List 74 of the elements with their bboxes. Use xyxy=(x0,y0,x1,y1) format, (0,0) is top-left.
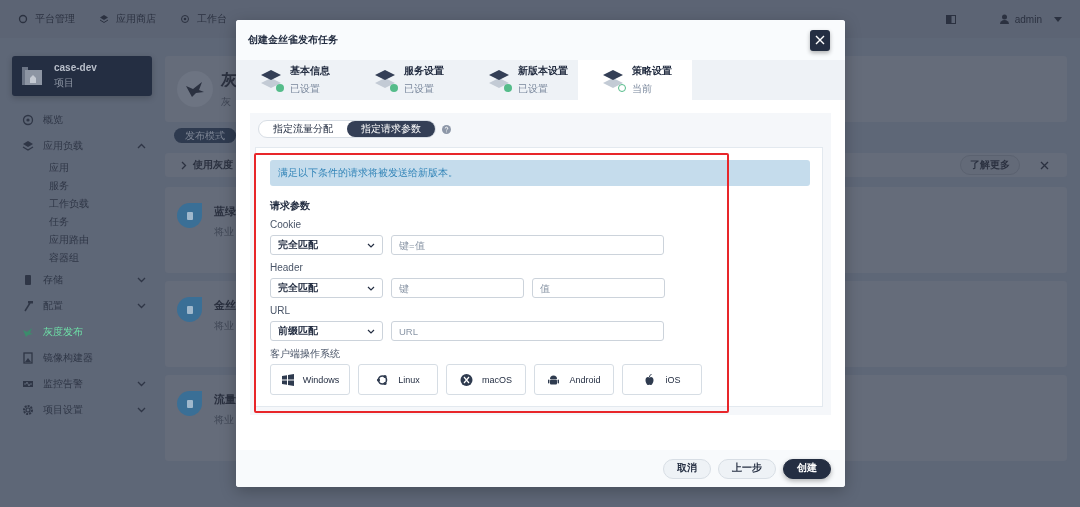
match-select[interactable]: 完全匹配 xyxy=(270,278,383,298)
step-title: 策略设置 xyxy=(632,64,672,78)
mode-tab[interactable]: 发布模式 xyxy=(174,128,236,143)
step-icon xyxy=(260,68,282,92)
close-icon[interactable] xyxy=(1040,160,1049,170)
dialog-button[interactable]: 上一步 xyxy=(718,458,776,479)
dialog-button[interactable]: 取消 xyxy=(663,458,711,479)
bird-icon xyxy=(22,326,34,338)
sidebar-item[interactable]: 灰度发布 xyxy=(12,319,152,345)
os-option[interactable]: Linux xyxy=(358,364,438,395)
input-field[interactable]: 值 xyxy=(532,278,665,298)
layers-icon xyxy=(99,14,109,24)
os-option[interactable]: iOS xyxy=(622,364,702,395)
x-circle-icon xyxy=(460,373,473,386)
chevron-icon xyxy=(367,242,375,248)
strategy-icon xyxy=(177,297,202,322)
field-label: URL xyxy=(270,304,291,318)
field-label: 客户端操作系统 xyxy=(270,347,341,361)
info-message: 满足以下条件的请求将被发送给新版本。 xyxy=(270,160,810,186)
os-option[interactable]: Android xyxy=(534,364,614,395)
dialog-button[interactable]: 创建 xyxy=(783,458,831,479)
step-icon xyxy=(374,68,396,92)
project-icon xyxy=(22,66,42,86)
learn-more-button[interactable]: 了解更多 xyxy=(960,155,1020,175)
image-icon xyxy=(22,352,34,364)
mode-option[interactable]: 指定流量分配 xyxy=(259,121,347,137)
match-select[interactable]: 前缀匹配 xyxy=(270,321,383,341)
panel-icon[interactable] xyxy=(945,14,956,24)
match-select[interactable]: 完全匹配 xyxy=(270,235,383,255)
step-icon xyxy=(488,68,510,92)
layers-icon xyxy=(22,140,34,152)
step-title: 服务设置 xyxy=(404,64,444,78)
ring-icon xyxy=(376,373,390,386)
project-card[interactable]: case-dev 项目 xyxy=(12,56,152,96)
strategy-icon xyxy=(177,391,202,416)
input-field[interactable]: URL xyxy=(391,321,664,341)
page-title: 灰 xyxy=(221,69,237,90)
close-button[interactable] xyxy=(810,29,830,51)
step-status: 已设置 xyxy=(404,82,435,96)
mode-option[interactable]: 指定请求参数 xyxy=(347,121,435,137)
field-label: Cookie xyxy=(270,218,303,232)
project-type: 项目 xyxy=(54,76,75,90)
dialog-title: 创建金丝雀发布任务 xyxy=(248,33,338,47)
help-icon[interactable] xyxy=(442,124,451,134)
strategy-icon xyxy=(177,203,202,228)
os-option[interactable]: Windows xyxy=(270,364,350,395)
card-title: 流量 xyxy=(214,392,236,407)
section-title: 请求参数 xyxy=(270,200,311,212)
input-field[interactable]: 键=值 xyxy=(391,235,664,255)
user-icon xyxy=(999,14,1009,24)
step-title: 新版本设置 xyxy=(518,64,568,78)
chevron-icon[interactable] xyxy=(181,160,187,170)
os-option[interactable]: macOS xyxy=(446,364,526,395)
cylinder-icon xyxy=(22,274,34,286)
window-grid-icon xyxy=(280,373,294,386)
step-status: 已设置 xyxy=(290,82,321,96)
close-icon xyxy=(815,35,825,45)
step-status: 已设置 xyxy=(518,82,549,96)
step-icon xyxy=(602,68,624,92)
input-field[interactable]: 键 xyxy=(391,278,524,298)
monitor-icon xyxy=(22,378,34,390)
gear-icon xyxy=(22,404,34,416)
robot-icon xyxy=(547,373,561,386)
hammer-icon xyxy=(22,300,34,312)
step-status: 当前 xyxy=(632,82,653,96)
card-title: 金丝 xyxy=(214,298,236,313)
bird-icon xyxy=(177,71,213,107)
step-title: 基本信息 xyxy=(290,64,330,78)
project-name: case-dev xyxy=(54,62,97,73)
chevron-icon xyxy=(367,285,375,291)
chevron-icon xyxy=(367,328,375,334)
card-title: 蓝绿 xyxy=(214,204,236,219)
caret-icon xyxy=(1054,16,1062,22)
field-label: Header xyxy=(270,261,304,275)
